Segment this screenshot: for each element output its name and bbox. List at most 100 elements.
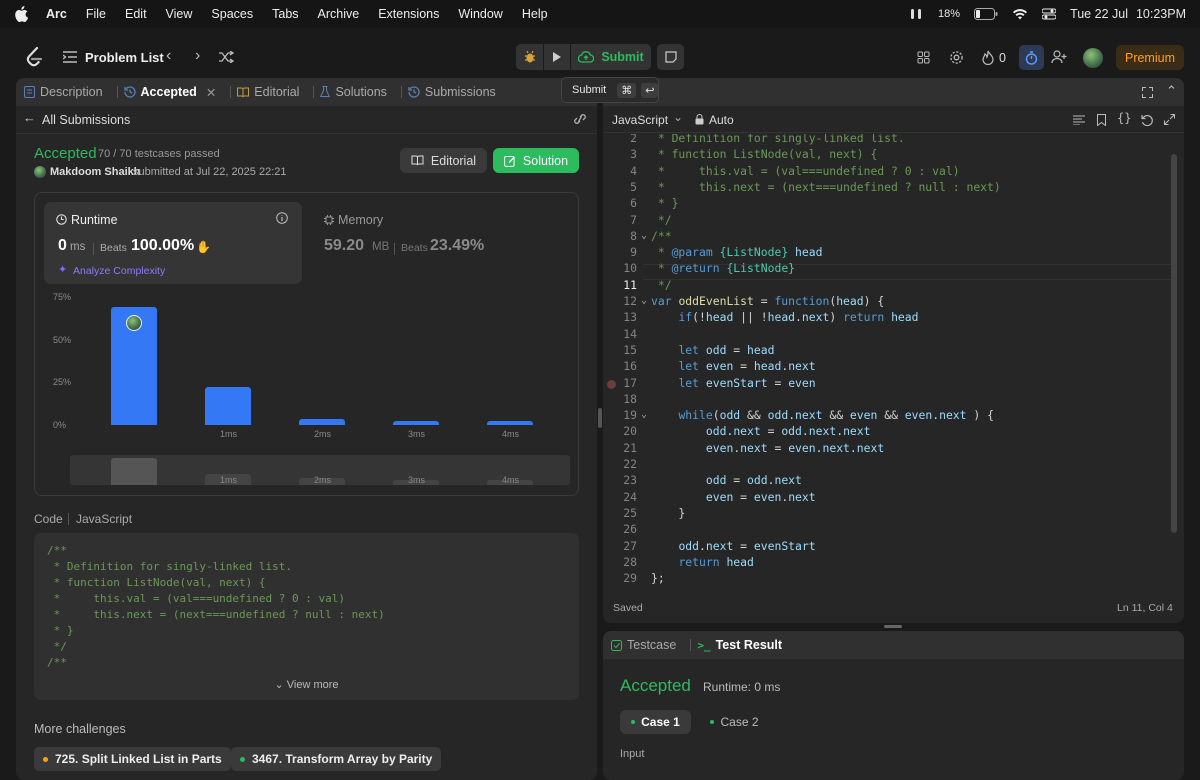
submitter-avatar[interactable] bbox=[34, 166, 46, 178]
info-icon[interactable] bbox=[276, 212, 288, 224]
language-select[interactable]: JavaScript bbox=[612, 113, 668, 127]
vertical-resize-handle[interactable] bbox=[598, 408, 602, 428]
notes-button[interactable] bbox=[657, 44, 684, 70]
menu-tabs[interactable]: Tabs bbox=[272, 7, 298, 21]
apple-icon[interactable] bbox=[14, 6, 28, 22]
add-user-icon[interactable] bbox=[1051, 50, 1067, 64]
menu-archive[interactable]: Archive bbox=[318, 7, 360, 21]
menubar-date[interactable]: Tue 22 Jul bbox=[1070, 7, 1128, 21]
line-number: 10 bbox=[623, 261, 637, 276]
editorial-button[interactable]: Editorial bbox=[400, 148, 487, 173]
fullscreen-icon[interactable] bbox=[1142, 87, 1153, 98]
code-language: JavaScript bbox=[76, 512, 133, 526]
collapse-panel-icon[interactable]: ⌃ bbox=[1166, 83, 1177, 99]
menu-view[interactable]: View bbox=[166, 7, 193, 21]
tab-testcase[interactable]: Testcase bbox=[611, 638, 676, 652]
close-tab-icon[interactable]: ✕ bbox=[206, 85, 216, 100]
runtime-beats-label: Beats bbox=[100, 242, 127, 254]
memory-card[interactable]: Memory 59.20 MB Beats 23.49% bbox=[310, 202, 572, 284]
more-challenges-title: More challenges bbox=[34, 722, 126, 736]
line-number: 11 bbox=[623, 277, 637, 292]
line-number: 5 bbox=[630, 179, 637, 194]
tab-editorial[interactable]: Editorial bbox=[237, 85, 299, 99]
airpods-icon[interactable] bbox=[908, 8, 924, 20]
runtime-card[interactable]: Runtime 0 ms Beats 100.00% ✋ ✦ Analyze C… bbox=[44, 202, 302, 284]
layout-icon[interactable] bbox=[917, 51, 930, 64]
expand-icon[interactable] bbox=[1164, 114, 1175, 125]
bookmark-icon[interactable] bbox=[1097, 114, 1106, 126]
runtime-bar[interactable] bbox=[299, 419, 345, 425]
challenge-chip[interactable]: 3467. Transform Array by Parity bbox=[231, 747, 442, 771]
line-number: 2 bbox=[630, 134, 637, 145]
user-avatar[interactable] bbox=[1083, 48, 1103, 68]
stat-divider bbox=[394, 243, 395, 255]
code-editor[interactable]: 2 3 4 5 6 7 8 9 10 11 12 13 14 15 16 17 18 19 20 21 22 23 24 25… bbox=[603, 134, 1184, 622]
braces-icon[interactable]: {} bbox=[1117, 111, 1131, 125]
stat-divider bbox=[93, 243, 94, 255]
format-icon[interactable] bbox=[1073, 115, 1085, 125]
wifi-icon[interactable] bbox=[1012, 8, 1028, 20]
line-number: 14 bbox=[623, 326, 637, 341]
submitter-name[interactable]: Makdoom Shaikh bbox=[50, 166, 140, 178]
autocomplete-mode[interactable]: Auto bbox=[709, 113, 734, 127]
timer-button[interactable] bbox=[1019, 45, 1044, 70]
debug-button[interactable] bbox=[516, 44, 543, 70]
solution-button-label: Solution bbox=[522, 153, 569, 168]
streak-flame-icon[interactable] bbox=[982, 50, 994, 65]
submit-button[interactable]: Submit bbox=[571, 44, 651, 70]
prev-problem-icon[interactable]: ‹ bbox=[166, 47, 171, 65]
language-chevron-icon[interactable]: ⌄ bbox=[673, 110, 683, 124]
line-number: 19 bbox=[623, 408, 637, 423]
tab-solutions[interactable]: Solutions bbox=[320, 85, 387, 99]
reset-icon[interactable] bbox=[1141, 114, 1153, 126]
navigator-tick-label: 2ms bbox=[314, 475, 332, 485]
problem-list-link[interactable]: Problem List bbox=[85, 50, 164, 65]
code-preview-line: * this.val = (val===undefined ? 0 : val) bbox=[47, 592, 346, 605]
case-1-tab[interactable]: Case 1 bbox=[620, 710, 691, 734]
tab-description[interactable]: Description bbox=[24, 85, 103, 99]
fold-chevron-icon[interactable]: ⌄ bbox=[641, 295, 647, 306]
tab-submissions[interactable]: Submissions bbox=[408, 85, 496, 99]
premium-button[interactable]: Premium bbox=[1116, 45, 1184, 70]
runtime-bar[interactable] bbox=[205, 387, 251, 425]
control-center-icon[interactable] bbox=[1042, 8, 1057, 20]
menubar-time[interactable]: 10:23PM bbox=[1136, 7, 1186, 21]
menu-edit[interactable]: Edit bbox=[125, 7, 147, 21]
y-tick-label: 0% bbox=[53, 420, 67, 430]
submitted-time: submitted at Jul 22, 2025 22:21 bbox=[133, 166, 287, 178]
case-2-tab[interactable]: Case 2 bbox=[699, 710, 770, 734]
input-label: Input bbox=[620, 748, 645, 760]
run-button[interactable] bbox=[544, 44, 570, 70]
next-problem-icon[interactable]: › bbox=[195, 47, 200, 65]
menu-extensions[interactable]: Extensions bbox=[378, 7, 439, 21]
submitted-code-block: /** * Definition for singly-linked list.… bbox=[34, 533, 579, 700]
analyze-complexity-link[interactable]: Analyze Complexity bbox=[73, 265, 165, 277]
leetcode-logo-icon[interactable] bbox=[25, 47, 43, 67]
settings-gear-icon[interactable] bbox=[949, 50, 964, 65]
scrollbar-thumb[interactable] bbox=[1171, 154, 1177, 533]
runtime-bar[interactable] bbox=[393, 420, 439, 425]
solution-button[interactable]: Solution bbox=[493, 148, 579, 173]
problem-list-icon[interactable] bbox=[63, 51, 77, 63]
tab-accepted[interactable]: Accepted ✕ bbox=[123, 85, 216, 100]
back-arrow-icon[interactable]: ← bbox=[23, 110, 36, 125]
fold-chevron-icon[interactable]: ⌄ bbox=[641, 230, 647, 241]
horizontal-resize-handle[interactable] bbox=[884, 625, 902, 628]
battery-icon[interactable] bbox=[974, 8, 998, 20]
runtime-bar[interactable] bbox=[487, 420, 533, 425]
menu-window[interactable]: Window bbox=[458, 7, 502, 21]
menu-help[interactable]: Help bbox=[522, 7, 548, 21]
menubar-app-name[interactable]: Arc bbox=[46, 7, 67, 21]
fold-chevron-icon[interactable]: ⌄ bbox=[641, 409, 647, 420]
menu-spaces[interactable]: Spaces bbox=[211, 7, 253, 21]
challenge-chip[interactable]: 725. Split Linked List in Parts bbox=[34, 747, 231, 771]
shuffle-icon[interactable] bbox=[219, 51, 234, 63]
line-number: 23 bbox=[623, 473, 637, 488]
menu-file[interactable]: File bbox=[86, 7, 106, 21]
view-more-button[interactable]: ⌄ View more bbox=[34, 678, 579, 691]
tab-test-result[interactable]: >_ Test Result bbox=[697, 638, 782, 652]
code-lang-divider bbox=[68, 513, 69, 525]
all-submissions-link[interactable]: All Submissions bbox=[42, 113, 130, 127]
copy-link-icon[interactable] bbox=[573, 113, 587, 125]
left-panel: Description Accepted ✕ Editorial Solutio… bbox=[16, 78, 597, 780]
